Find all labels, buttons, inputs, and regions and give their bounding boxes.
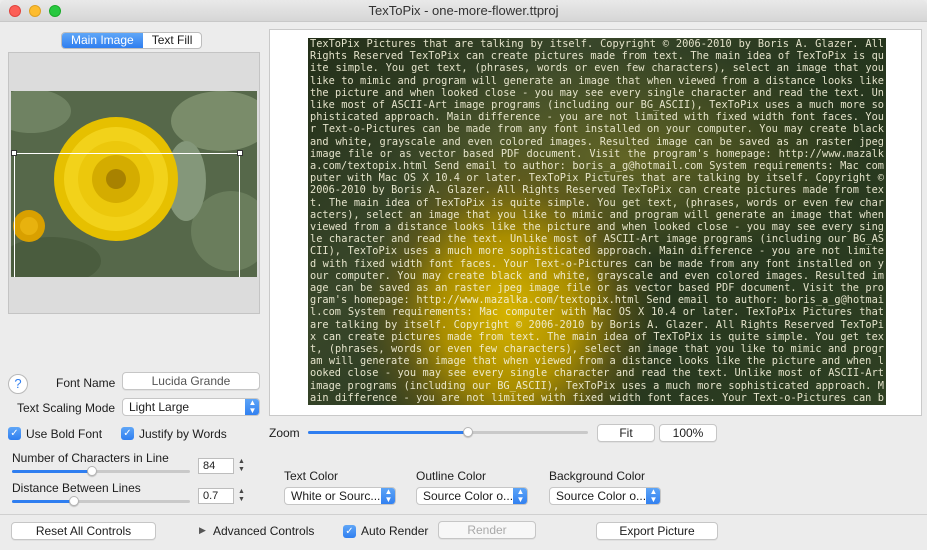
render-button[interactable]: Render xyxy=(438,521,536,539)
preview-panel[interactable]: TexToPix Pictures that are talking by it… xyxy=(269,29,922,416)
chevron-updown-icon: ▲ ▼ xyxy=(646,488,660,504)
zoom-slider-knob[interactable] xyxy=(463,427,473,437)
export-picture-button[interactable]: Export Picture xyxy=(596,522,718,540)
image-tabs: Main Image Text Fill xyxy=(61,32,203,49)
disclosure-triangle-icon[interactable]: ▶ xyxy=(199,525,206,536)
font-name-button[interactable]: Lucida Grande xyxy=(122,372,260,390)
line-distance-label: Distance Between Lines xyxy=(12,481,141,495)
chevron-updown-icon: ▲ ▼ xyxy=(513,488,527,504)
chars-in-line-slider[interactable] xyxy=(12,470,190,473)
tab-text-fill[interactable]: Text Fill xyxy=(143,33,202,48)
chars-stepper[interactable]: ▲ ▼ xyxy=(237,458,246,474)
line-distance-field[interactable]: 0.7 xyxy=(198,488,234,504)
chars-slider-knob[interactable] xyxy=(87,466,97,476)
chevron-updown-icon: ▲ ▼ xyxy=(381,488,395,504)
chars-in-line-label: Number of Characters in Line xyxy=(12,451,169,465)
source-image-thumbnail[interactable] xyxy=(11,91,257,277)
help-button[interactable]: ? xyxy=(8,374,28,394)
background-color-label: Background Color xyxy=(549,469,646,483)
advanced-controls-toggle[interactable]: Advanced Controls xyxy=(213,524,314,538)
crop-handle-top-left[interactable] xyxy=(11,150,17,156)
fit-button[interactable]: Fit xyxy=(597,424,655,442)
distance-slider-knob[interactable] xyxy=(69,496,79,506)
text-picture-preview: TexToPix Pictures that are talking by it… xyxy=(308,38,886,405)
app-window: TexToPix - one-more-flower.ttproj Main I… xyxy=(0,0,927,550)
tab-main-image[interactable]: Main Image xyxy=(62,33,143,48)
zoom-100-button[interactable]: 100% xyxy=(659,424,717,442)
outline-color-label: Outline Color xyxy=(416,469,487,483)
text-scaling-value: Light Large xyxy=(129,400,190,414)
distance-slider-fill xyxy=(12,500,74,503)
text-color-value: White or Sourc... xyxy=(291,489,381,503)
justify-checkbox[interactable]: ✓ xyxy=(121,427,134,440)
crop-frame[interactable] xyxy=(14,153,240,277)
auto-render-checkbox[interactable]: ✓ xyxy=(343,525,356,538)
justify-label: Justify by Words xyxy=(139,427,227,441)
background-color-select[interactable]: Source Color o... ▲ ▼ xyxy=(549,487,661,505)
text-color-select[interactable]: White or Sourc... ▲ ▼ xyxy=(284,487,396,505)
chars-in-line-field[interactable]: 84 xyxy=(198,458,234,474)
crop-handle-top-right[interactable] xyxy=(237,150,243,156)
line-distance-slider[interactable] xyxy=(12,500,190,503)
text-scaling-select[interactable]: Light Large ▲ ▼ xyxy=(122,398,260,416)
background-color-value: Source Color o... xyxy=(556,489,647,503)
bottom-divider xyxy=(0,514,927,515)
use-bold-checkbox[interactable]: ✓ xyxy=(8,427,21,440)
text-color-label: Text Color xyxy=(284,469,339,483)
preview-text: TexToPix Pictures that are talking by it… xyxy=(310,38,884,405)
text-scaling-label: Text Scaling Mode xyxy=(17,401,116,415)
zoom-slider[interactable] xyxy=(308,431,588,434)
font-name-label: Font Name xyxy=(56,376,116,390)
chars-slider-fill xyxy=(12,470,92,473)
distance-stepper[interactable]: ▲ ▼ xyxy=(237,488,246,504)
outline-color-value: Source Color o... xyxy=(423,489,514,503)
source-image-panel xyxy=(8,52,260,314)
auto-render-label: Auto Render xyxy=(361,524,429,538)
use-bold-label: Use Bold Font xyxy=(26,427,103,441)
chevron-updown-icon: ▲ ▼ xyxy=(245,399,259,415)
outline-color-select[interactable]: Source Color o... ▲ ▼ xyxy=(416,487,528,505)
window-title: TexToPix - one-more-flower.ttproj xyxy=(368,3,559,18)
zoom-label: Zoom xyxy=(269,426,300,440)
reset-all-controls-button[interactable]: Reset All Controls xyxy=(11,522,156,540)
title-bar: TexToPix - one-more-flower.ttproj xyxy=(0,0,927,22)
zoom-slider-fill xyxy=(308,431,468,434)
